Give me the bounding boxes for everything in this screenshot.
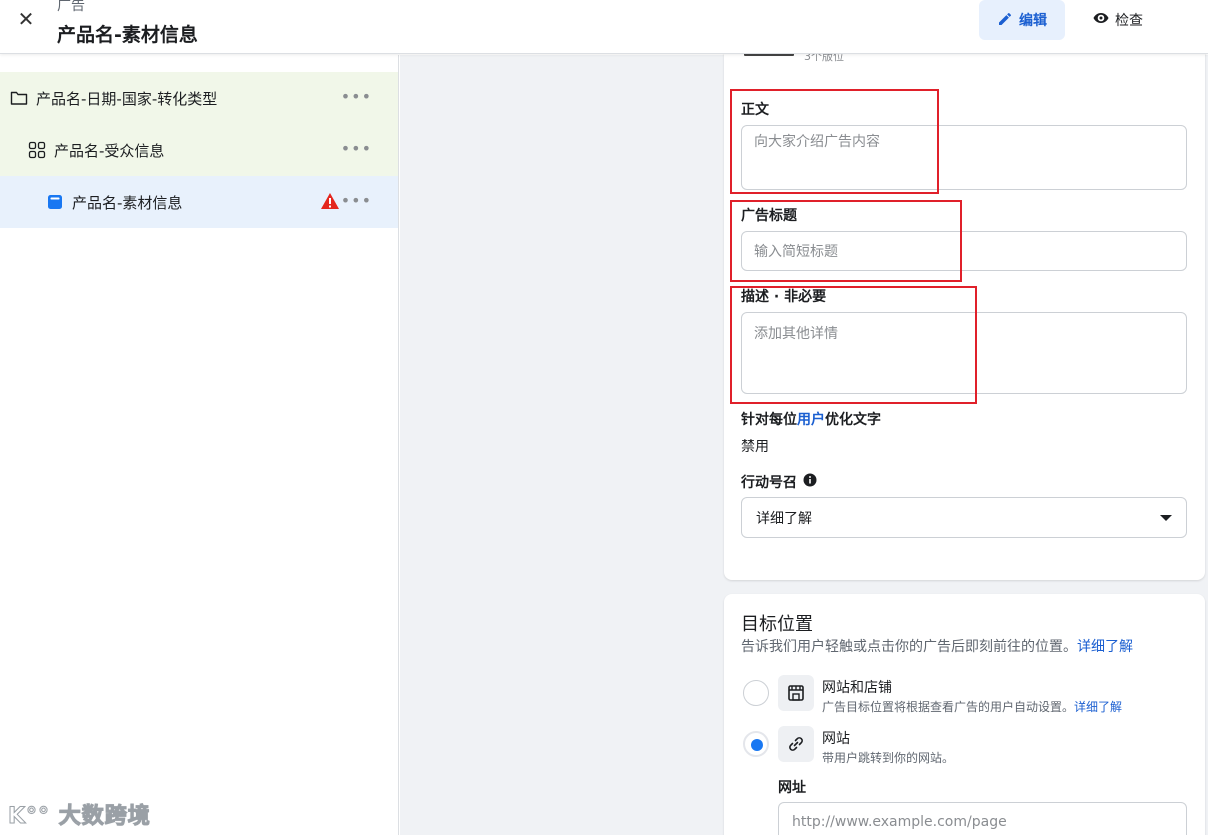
folder-icon (10, 90, 28, 106)
more-options-icon[interactable]: ••• (341, 141, 372, 157)
cta-label: 行动号召 (741, 475, 797, 491)
info-icon[interactable] (803, 473, 817, 491)
primary-text-placeholder: 向大家介绍广告内容 (754, 134, 880, 150)
ad-name: 产品名-素材信息 (72, 193, 183, 212)
learn-more-link[interactable]: 详细了解 (1077, 639, 1133, 655)
primary-text-input[interactable]: 向大家介绍广告内容 (741, 125, 1187, 190)
tree-item-ad[interactable]: 产品名-素材信息 ••• (0, 176, 398, 228)
radio-website-and-shop[interactable] (743, 680, 769, 706)
more-options-icon[interactable]: ••• (341, 193, 372, 209)
grid-icon (28, 141, 46, 159)
watermark-text: 大数跨境 (58, 804, 151, 830)
tree-item-campaign[interactable]: 产品名-日期-国家-转化类型 ••• (0, 72, 398, 124)
destination-title: 目标位置 (741, 614, 813, 635)
link-icon (778, 726, 814, 762)
watermark-logo: K°° 大数跨境 (7, 798, 151, 830)
option-learn-more-link[interactable]: 详细了解 (1074, 700, 1122, 714)
watermark-glyph: K°° (7, 804, 51, 830)
option-title: 网站 (822, 731, 850, 747)
tree-item-adset[interactable]: 产品名-受众信息 ••• (0, 124, 398, 176)
breadcrumb: 广告 (57, 0, 85, 14)
optimize-text-label: 针对每位用户优化文字 (741, 409, 881, 429)
page-title: 产品名-素材信息 (57, 24, 198, 46)
top-bar: ✕ 广告 产品名-素材信息 编辑 检查 (0, 0, 1208, 54)
headline-input[interactable]: 输入简短标题 (741, 231, 1187, 271)
cta-selected-value: 详细了解 (756, 511, 812, 527)
cta-select[interactable]: 详细了解 (741, 497, 1187, 538)
shop-icon (778, 675, 814, 711)
warning-icon (320, 192, 340, 214)
ad-icon (46, 193, 64, 211)
option-desc: 带用户跳转到你的网站。 (822, 751, 955, 765)
optimize-suffix: 优化文字 (825, 412, 881, 428)
campaign-name: 产品名-日期-国家-转化类型 (36, 89, 218, 108)
inspect-button[interactable]: 检查 (1078, 0, 1158, 40)
url-input[interactable]: http://www.example.com/page (778, 802, 1187, 835)
headline-placeholder: 输入简短标题 (754, 244, 838, 260)
eye-icon (1093, 12, 1109, 28)
edit-button[interactable]: 编辑 (979, 0, 1065, 40)
optimize-link[interactable]: 用户 (797, 412, 825, 428)
destination-desc-text: 告诉我们用户轻触或点击你的广告后即刻前往的位置。 (741, 639, 1077, 655)
headline-label: 广告标题 (741, 208, 797, 224)
option-desc: 广告目标位置将根据查看广告的用户自动设置。详细了解 (822, 698, 1122, 715)
optimize-value: 禁用 (741, 439, 769, 455)
url-placeholder: http://www.example.com/page (792, 814, 1007, 830)
adset-name: 产品名-受众信息 (54, 141, 165, 160)
edit-label: 编辑 (1019, 13, 1047, 29)
cta-label-row: 行动号召 (741, 472, 817, 492)
option-desc-text: 广告目标位置将根据查看广告的用户自动设置。 (822, 700, 1075, 714)
close-icon[interactable]: ✕ (16, 9, 36, 29)
description-label: 描述 · 非必要 (741, 289, 827, 305)
url-label: 网址 (778, 780, 806, 796)
structure-panel: 产品名-日期-国家-转化类型 ••• 产品名-受众信息 ••• 产品名-素材信息… (0, 55, 399, 835)
optimize-prefix: 针对每位 (741, 412, 797, 428)
pencil-icon (997, 10, 1013, 30)
caret-down-icon (1160, 515, 1172, 521)
destination-desc: 告诉我们用户轻触或点击你的广告后即刻前往的位置。详细了解 (741, 636, 1133, 656)
description-placeholder: 添加其他详情 (754, 326, 838, 342)
option-title: 网站和店铺 (822, 680, 892, 696)
inspect-label: 检查 (1115, 13, 1143, 29)
description-input[interactable]: 添加其他详情 (741, 312, 1187, 394)
primary-text-label: 正文 (741, 102, 769, 118)
more-options-icon[interactable]: ••• (341, 89, 372, 105)
radio-website[interactable] (743, 731, 769, 757)
